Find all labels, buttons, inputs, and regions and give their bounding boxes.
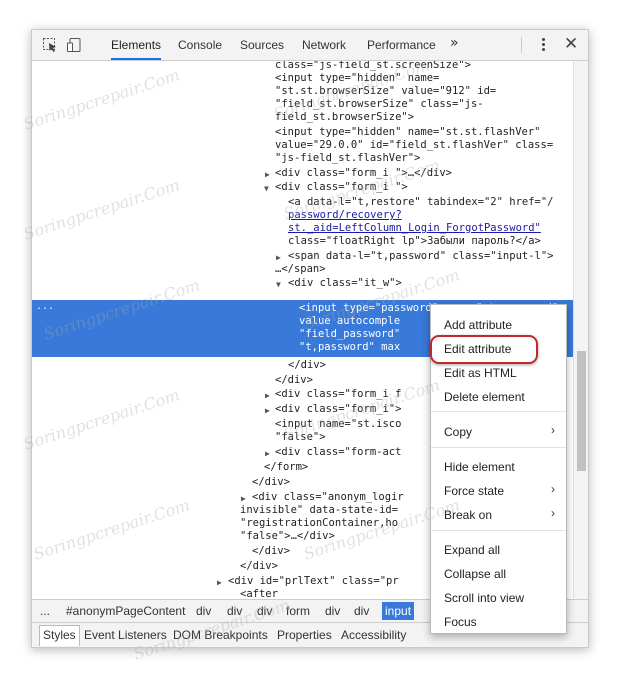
- tab-sources[interactable]: Sources: [240, 30, 284, 60]
- tree-line[interactable]: </div>: [240, 560, 278, 573]
- tree-line[interactable]: invisible" data-state-id=: [240, 504, 398, 517]
- tree-line[interactable]: <div class="form_i f: [275, 388, 401, 401]
- menu-item-focus[interactable]: Focus: [444, 614, 477, 630]
- tree-line[interactable]: field_st.browserSize">: [275, 111, 414, 124]
- tree-line[interactable]: <div class="form_i ">: [275, 181, 408, 194]
- close-icon[interactable]: ✕: [564, 34, 578, 54]
- menu-item-delete-element[interactable]: Delete element: [444, 389, 525, 405]
- collapsed-arrow-icon[interactable]: ▶: [217, 578, 222, 587]
- tree-line[interactable]: <a data-l="t,restore" tabindex="2" href=…: [288, 196, 554, 209]
- tree-line-selected[interactable]: "field_password": [299, 328, 400, 341]
- tree-line[interactable]: <div class="form_i ">…</div>: [275, 167, 452, 180]
- tree-line[interactable]: "js-field_st.flashVer">: [275, 152, 420, 165]
- collapsed-arrow-icon[interactable]: ▶: [265, 391, 270, 400]
- breadcrumb-item[interactable]: ...: [40, 604, 50, 618]
- collapsed-arrow-icon[interactable]: ▶: [265, 406, 270, 415]
- expanded-arrow-icon[interactable]: ▼: [276, 280, 281, 289]
- collapsed-arrow-icon[interactable]: ▶: [265, 449, 270, 458]
- collapsed-arrow-icon[interactable]: ▶: [265, 170, 270, 179]
- tree-line[interactable]: <input type="hidden" name="st.st.flashVe…: [275, 126, 541, 139]
- tree-line[interactable]: <div class="it_w">: [288, 277, 402, 290]
- submenu-arrow-icon: ›: [551, 482, 555, 496]
- more-tabs-button[interactable]: »: [450, 35, 459, 51]
- tree-line[interactable]: <div class="anonym_logir: [252, 491, 404, 504]
- highlight-ring: [430, 335, 538, 364]
- tree-line[interactable]: <div class="form_i">: [275, 403, 401, 416]
- tab-styles[interactable]: Styles: [39, 625, 80, 646]
- tree-line[interactable]: <input type="hidden" name=: [275, 72, 439, 85]
- tree-line[interactable]: "st.st.browserSize" value="912" id=: [275, 85, 496, 98]
- tree-line[interactable]: </div>: [275, 374, 313, 387]
- tab-dom-breakpoints[interactable]: DOM Breakpoints: [173, 628, 268, 642]
- tab-accessibility[interactable]: Accessibility: [341, 628, 406, 642]
- scrollbar-thumb[interactable]: [577, 351, 586, 471]
- toolbar-divider: [521, 37, 522, 53]
- vertical-scrollbar[interactable]: [573, 61, 588, 599]
- menu-separator: [431, 411, 566, 412]
- collapsed-arrow-icon[interactable]: ▶: [241, 494, 246, 503]
- breadcrumb-item[interactable]: div: [196, 604, 211, 618]
- breadcrumb-item[interactable]: div: [257, 604, 272, 618]
- tree-line[interactable]: "false">…</div>: [240, 530, 335, 543]
- device-toolbar-icon[interactable]: [66, 37, 82, 53]
- tab-properties[interactable]: Properties: [277, 628, 332, 642]
- tree-line[interactable]: <span data-l="t,password" class="input-l…: [288, 250, 554, 263]
- tree-line[interactable]: value="29.0.0" id="field_st.flashVer" cl…: [275, 139, 553, 152]
- tree-line[interactable]: <div class="form-act: [275, 446, 401, 459]
- tree-line[interactable]: <input name="st.isco: [275, 418, 401, 431]
- inspect-element-icon[interactable]: [42, 37, 58, 53]
- submenu-arrow-icon: ›: [551, 423, 555, 437]
- tree-line[interactable]: </div>: [288, 359, 326, 372]
- tree-line[interactable]: "false">: [275, 431, 326, 444]
- breadcrumb-item[interactable]: div: [227, 604, 242, 618]
- menu-separator: [431, 530, 566, 531]
- menu-item-add-attribute[interactable]: Add attribute: [444, 317, 512, 333]
- breadcrumb-item[interactable]: #anonymPageContent: [66, 604, 185, 618]
- menu-item-scroll-into-view[interactable]: Scroll into view: [444, 590, 524, 606]
- breadcrumb-item[interactable]: div: [325, 604, 340, 618]
- tab-performance[interactable]: Performance: [367, 30, 436, 60]
- menu-separator: [431, 447, 566, 448]
- menu-item-edit-as-html[interactable]: Edit as HTML: [444, 365, 517, 381]
- collapsed-arrow-icon[interactable]: ▶: [276, 253, 281, 262]
- devtools-toolbar: Elements Console Sources Network Perform…: [32, 30, 588, 61]
- tree-line[interactable]: <after: [240, 588, 278, 599]
- tree-line[interactable]: </div>: [252, 545, 290, 558]
- tree-line[interactable]: "registrationContainer,ho: [240, 517, 398, 530]
- menu-item-expand-all[interactable]: Expand all: [444, 542, 500, 558]
- expanded-arrow-icon[interactable]: ▼: [264, 184, 269, 193]
- tree-line[interactable]: class="js-field_st.screenSize">: [275, 61, 471, 72]
- tab-console[interactable]: Console: [178, 30, 222, 60]
- submenu-arrow-icon: ›: [551, 506, 555, 520]
- selected-node-menu-dots[interactable]: ...: [36, 301, 54, 312]
- tree-line[interactable]: </form>: [264, 461, 308, 474]
- kebab-menu-icon[interactable]: [537, 36, 549, 54]
- tree-line[interactable]: …</span>: [275, 263, 326, 276]
- tree-line-link[interactable]: st._aid=LeftColumn_Login_ForgotPassword": [288, 222, 541, 235]
- tab-event-listeners[interactable]: Event Listeners: [84, 628, 167, 642]
- breadcrumb-item[interactable]: form: [286, 604, 310, 618]
- menu-item-copy[interactable]: Copy: [444, 424, 472, 440]
- tree-line-link[interactable]: password/recovery?: [288, 209, 402, 222]
- tree-line-selected[interactable]: "t,password" max: [299, 341, 400, 354]
- tree-line[interactable]: class="floatRight lp">Забыли пароль?</a>: [288, 235, 541, 248]
- menu-item-collapse-all[interactable]: Collapse all: [444, 566, 506, 582]
- breadcrumb-item-active[interactable]: input: [382, 602, 415, 620]
- tree-line[interactable]: </div>: [252, 476, 290, 489]
- tree-line[interactable]: "field_st.browserSize" class="js-: [275, 98, 484, 111]
- menu-item-hide-element[interactable]: Hide element: [444, 459, 515, 475]
- tree-line-selected[interactable]: value autocomple: [299, 315, 400, 328]
- menu-item-break-on[interactable]: Break on: [444, 507, 492, 523]
- tree-line[interactable]: <div id="prlText" class="pr: [228, 575, 399, 588]
- breadcrumb-item[interactable]: div: [354, 604, 369, 618]
- menu-item-force-state[interactable]: Force state: [444, 483, 504, 499]
- tab-elements[interactable]: Elements: [111, 30, 162, 60]
- tab-network[interactable]: Network: [302, 30, 346, 60]
